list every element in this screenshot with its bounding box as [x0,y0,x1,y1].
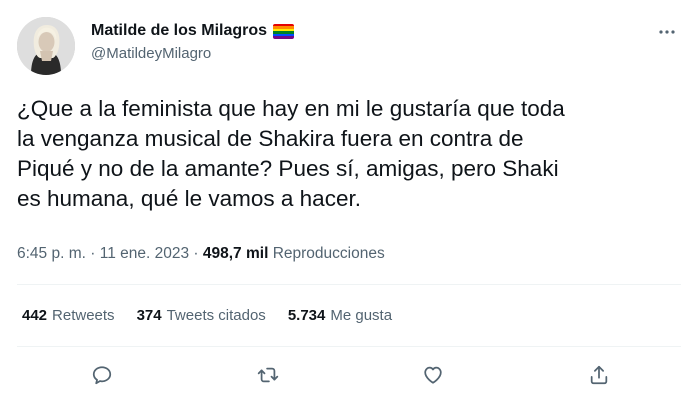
tweet-text-line: es humana, qué le vamos a hacer. [17,186,361,211]
reply-icon [92,366,112,385]
rainbow-flag-icon [273,23,295,39]
reply-button[interactable] [88,361,116,389]
tweet-time[interactable]: 6:45 p. m. [17,245,86,262]
tweet-card: Matilde de los Milagros @MatildeyMilagro… [0,0,698,404]
retweets-stat[interactable]: 442 Retweets [22,305,115,327]
quotes-label: Tweets citados [166,307,266,324]
share-button[interactable] [585,361,613,389]
like-button[interactable] [419,361,447,389]
more-button[interactable] [656,22,678,42]
avatar[interactable] [17,17,75,75]
tweet-meta: 6:45 p. m. · 11 ene. 2023 · 498,7 mil Re… [17,243,385,265]
retweets-label: Retweets [52,307,115,324]
divider [17,346,681,347]
more-icon [659,30,675,34]
tweet-text-line: ¿Que a la feminista que hay en mi le gus… [17,96,565,121]
author-name-row[interactable]: Matilde de los Milagros [91,21,295,41]
likes-count: 5.734 [287,307,326,324]
likes-stat[interactable]: 5.734 Me gusta [288,305,392,327]
quotes-stat[interactable]: 374 Tweets citados [137,305,266,327]
meta-separator: · [90,245,96,262]
author-block: Matilde de los Milagros @MatildeyMilagro [91,21,295,64]
share-icon [590,365,608,385]
divider [17,284,681,285]
heart-icon [424,366,442,384]
tweet-date[interactable]: 11 ene. 2023 [100,245,189,262]
likes-label: Me gusta [330,307,393,324]
views-count: 498,7 mil [202,245,269,262]
views-label: Reproducciones [272,245,385,262]
retweets-count: 442 [22,307,48,324]
author-handle[interactable]: @MatildeyMilagro [91,44,294,64]
avatar-photo-icon [17,17,75,75]
action-bar [0,361,698,389]
tweet-text-line: Piqué y no de la amante? Pues sí, amigas… [17,156,559,181]
tweet-text-line: la venganza musical de Shakira fuera en … [17,126,524,151]
quotes-count: 374 [136,307,162,324]
retweet-icon [257,367,279,383]
tweet-stats: 442 Retweets 374 Tweets citados 5.734 Me gu… [22,305,392,327]
retweet-button[interactable] [254,361,282,389]
meta-separator: · [193,245,199,262]
tweet-text: ¿Que a la feminista que hay en mi le gus… [17,94,677,214]
author-display-name[interactable]: Matilde de los Milagros [91,21,267,41]
